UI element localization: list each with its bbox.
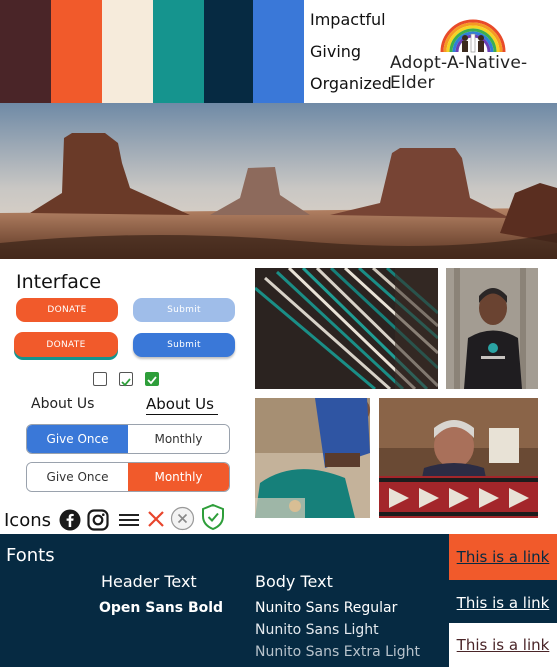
keyword-impactful: Impactful xyxy=(310,10,386,29)
fonts-title: Fonts xyxy=(6,545,55,566)
header-font-sample: Open Sans Bold xyxy=(99,600,224,616)
swatch-orange xyxy=(51,0,102,103)
frequency-toggle-once-selected: Give Once Monthly xyxy=(26,424,230,454)
link-default-state[interactable]: This is a link xyxy=(449,580,557,626)
swatch-maroon xyxy=(0,0,51,103)
close-icon[interactable] xyxy=(146,509,166,529)
check-icon xyxy=(147,376,157,385)
header-text-label: Header Text xyxy=(101,572,197,591)
about-us-link[interactable]: About Us xyxy=(31,396,94,412)
swatch-cream xyxy=(102,0,153,103)
hamburger-menu-icon[interactable] xyxy=(118,511,140,529)
donate-button-hover[interactable]: DONATE xyxy=(14,332,118,357)
interface-panel: Interface DONATE Submit DONATE Submit Ab… xyxy=(0,259,248,534)
swatch-teal xyxy=(153,0,204,103)
interface-title: Interface xyxy=(16,271,102,293)
elder-smiling-rug-photo xyxy=(379,398,538,518)
give-once-tab[interactable]: Give Once xyxy=(27,425,128,453)
checkbox-unchecked[interactable] xyxy=(93,372,107,386)
rainbow-logo-icon xyxy=(440,19,506,53)
body-text-label: Body Text xyxy=(255,572,333,591)
close-circle-icon[interactable] xyxy=(170,506,195,531)
monthly-tab[interactable]: Monthly xyxy=(128,425,229,453)
elder-crafting-photo xyxy=(255,398,370,518)
swatch-blue xyxy=(253,0,304,103)
link-hover-state[interactable]: This is a link xyxy=(449,534,557,580)
body-font-extralight-sample: Nunito Sans Extra Light xyxy=(255,644,421,660)
frequency-toggle-monthly-selected: Give Once Monthly xyxy=(26,462,230,492)
keyword-giving: Giving xyxy=(310,42,362,61)
facebook-icon[interactable] xyxy=(59,509,81,531)
elder-portrait-photo xyxy=(446,268,538,389)
logo-text: Adopt-A-Native-Elder xyxy=(390,53,528,93)
submit-button-disabled[interactable]: Submit xyxy=(133,298,235,322)
weaving-loom-photo xyxy=(255,268,438,389)
check-icon xyxy=(121,378,131,387)
monthly-tab[interactable]: Monthly xyxy=(128,463,229,491)
give-once-tab[interactable]: Give Once xyxy=(27,463,128,491)
hero-monument-valley-image xyxy=(0,103,557,259)
shield-check-icon xyxy=(202,503,224,531)
icons-title: Icons xyxy=(4,510,52,531)
keyword-organized: Organized xyxy=(310,74,392,93)
submit-button[interactable]: Submit xyxy=(133,333,235,357)
checkbox-checked-filled[interactable] xyxy=(145,372,159,386)
body-font-regular-sample: Nunito Sans Regular xyxy=(255,600,398,616)
instagram-icon[interactable] xyxy=(87,509,109,531)
fonts-panel: Fonts Header Text Open Sans Bold Body Te… xyxy=(0,534,449,667)
swatch-navy xyxy=(204,0,253,103)
body-font-light-sample: Nunito Sans Light xyxy=(255,622,379,638)
link-light-state[interactable]: This is a link xyxy=(449,623,557,667)
about-us-link-active[interactable]: About Us xyxy=(146,395,218,415)
checkbox-checked-outline[interactable] xyxy=(119,372,133,387)
donate-button[interactable]: DONATE xyxy=(16,298,118,322)
